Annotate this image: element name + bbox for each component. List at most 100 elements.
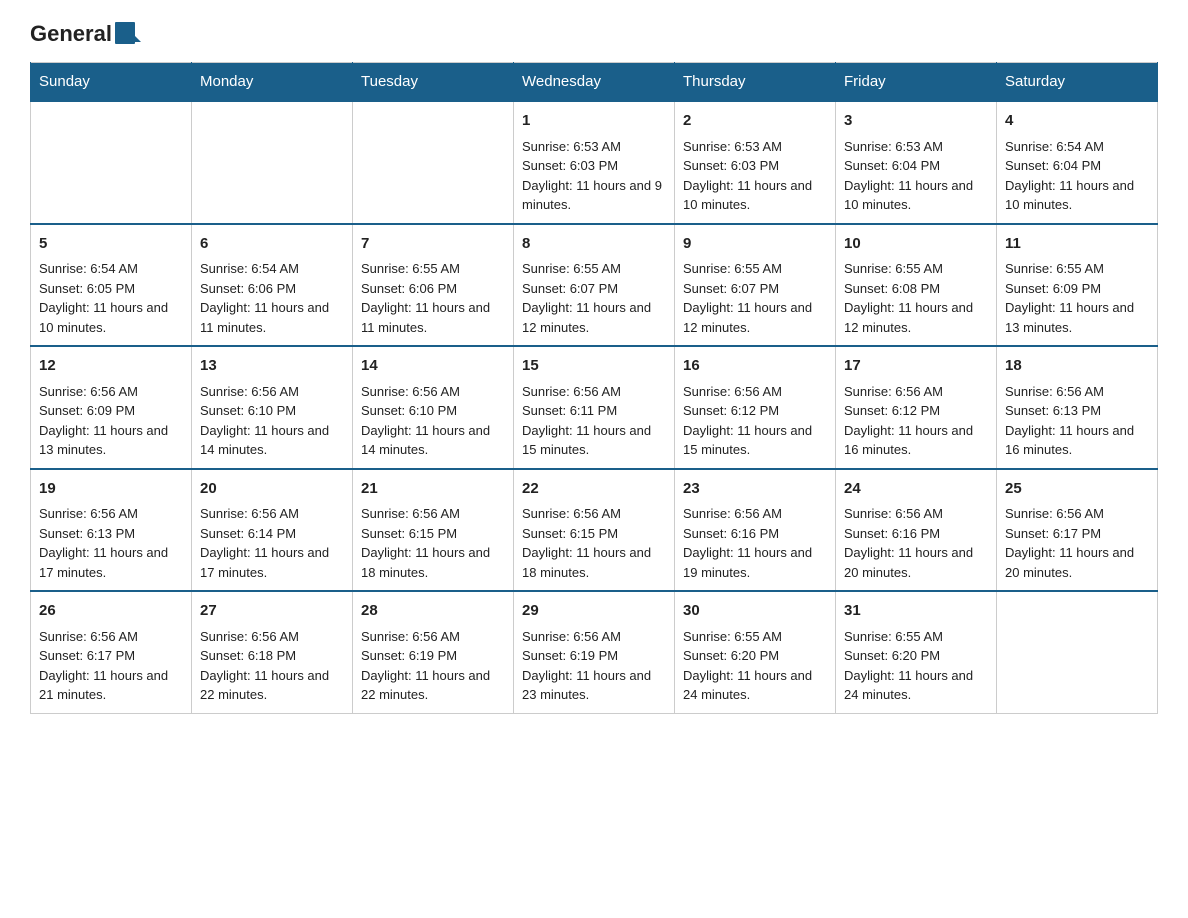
day-number: 31 [844,600,988,623]
calendar-day-cell: 25 Sunrise: 6:56 AMSunset: 6:17 PMDayligh… [997,469,1158,592]
day-number: 4 [1005,110,1149,133]
day-detail: Sunrise: 6:53 AMSunset: 6:04 PMDaylight:… [844,137,988,215]
day-number: 17 [844,355,988,378]
logo: General [30,20,142,46]
calendar-day-cell: 31 Sunrise: 6:55 AMSunset: 6:20 PMDayligh… [836,591,997,713]
day-number: 6 [200,233,344,256]
calendar-day-cell: 12 Sunrise: 6:56 AMSunset: 6:09 PMDayligh… [31,346,192,469]
day-number: 13 [200,355,344,378]
day-number: 3 [844,110,988,133]
calendar-day-cell: 23 Sunrise: 6:56 AMSunset: 6:16 PMDayligh… [675,469,836,592]
day-number: 21 [361,478,505,501]
day-number: 5 [39,233,183,256]
calendar-day-cell: 8Sunrise: 6:55 AMSunset: 6:07 PMDaylight… [514,224,675,347]
calendar-day-cell [353,101,514,224]
calendar-day-cell: 18 Sunrise: 6:56 AMSunset: 6:13 PMDayligh… [997,346,1158,469]
day-detail: Sunrise: 6:56 AMSunset: 6:16 PMDaylight:… [683,504,827,582]
day-detail: Sunrise: 6:56 AMSunset: 6:11 PMDaylight:… [522,382,666,460]
day-detail: Sunrise: 6:56 AMSunset: 6:12 PMDaylight:… [844,382,988,460]
calendar-day-cell: 20 Sunrise: 6:56 AMSunset: 6:14 PMDayligh… [192,469,353,592]
page-header: General [30,20,1158,46]
day-detail: Sunrise: 6:56 AMSunset: 6:13 PMDaylight:… [39,504,183,582]
day-detail: Sunrise: 6:56 AMSunset: 6:09 PMDaylight:… [39,382,183,460]
day-detail: Sunrise: 6:56 AMSunset: 6:18 PMDaylight:… [200,627,344,705]
calendar-week-row: 5 Sunrise: 6:54 AMSunset: 6:05 PMDaylight… [31,224,1158,347]
day-detail: Sunrise: 6:56 AMSunset: 6:14 PMDaylight:… [200,504,344,582]
calendar-day-cell [192,101,353,224]
day-detail: Sunrise: 6:56 AMSunset: 6:15 PMDaylight:… [361,504,505,582]
day-detail: Sunrise: 6:53 AMSunset: 6:03 PMDaylight:… [683,137,827,215]
day-number: 10 [844,233,988,256]
day-number: 1 [522,110,666,133]
calendar-week-row: 19 Sunrise: 6:56 AMSunset: 6:13 PMDayligh… [31,469,1158,592]
calendar-day-cell: 29 Sunrise: 6:56 AMSunset: 6:19 PMDayligh… [514,591,675,713]
calendar-table: SundayMondayTuesdayWednesdayThursdayFrid… [30,62,1158,714]
day-number: 30 [683,600,827,623]
calendar-day-cell: 15Sunrise: 6:56 AMSunset: 6:11 PMDayligh… [514,346,675,469]
day-detail: Sunrise: 6:56 AMSunset: 6:17 PMDaylight:… [1005,504,1149,582]
day-number: 18 [1005,355,1149,378]
day-detail: Sunrise: 6:55 AMSunset: 6:07 PMDaylight:… [683,259,827,337]
calendar-day-cell: 6 Sunrise: 6:54 AMSunset: 6:06 PMDaylight… [192,224,353,347]
day-number: 11 [1005,233,1149,256]
day-number: 12 [39,355,183,378]
day-number: 8 [522,233,666,256]
calendar-day-cell: 4 Sunrise: 6:54 AMSunset: 6:04 PMDaylight… [997,101,1158,224]
calendar-week-row: 26 Sunrise: 6:56 AMSunset: 6:17 PMDayligh… [31,591,1158,713]
calendar-day-cell: 24Sunrise: 6:56 AMSunset: 6:16 PMDayligh… [836,469,997,592]
weekday-header: Sunday [31,63,192,102]
calendar-week-row: 12 Sunrise: 6:56 AMSunset: 6:09 PMDayligh… [31,346,1158,469]
day-detail: Sunrise: 6:54 AMSunset: 6:05 PMDaylight:… [39,259,183,337]
weekday-header: Thursday [675,63,836,102]
day-detail: Sunrise: 6:53 AMSunset: 6:03 PMDaylight:… [522,137,666,215]
day-detail: Sunrise: 6:56 AMSunset: 6:17 PMDaylight:… [39,627,183,705]
day-number: 7 [361,233,505,256]
calendar-day-cell: 16 Sunrise: 6:56 AMSunset: 6:12 PMDayligh… [675,346,836,469]
day-detail: Sunrise: 6:54 AMSunset: 6:06 PMDaylight:… [200,259,344,337]
weekday-header: Monday [192,63,353,102]
day-detail: Sunrise: 6:55 AMSunset: 6:20 PMDaylight:… [844,627,988,705]
calendar-week-row: 1 Sunrise: 6:53 AMSunset: 6:03 PMDaylight… [31,101,1158,224]
day-number: 28 [361,600,505,623]
day-number: 26 [39,600,183,623]
weekday-header: Wednesday [514,63,675,102]
day-number: 20 [200,478,344,501]
calendar-day-cell: 26 Sunrise: 6:56 AMSunset: 6:17 PMDayligh… [31,591,192,713]
day-detail: Sunrise: 6:56 AMSunset: 6:12 PMDaylight:… [683,382,827,460]
day-detail: Sunrise: 6:56 AMSunset: 6:10 PMDaylight:… [361,382,505,460]
calendar-day-cell: 14Sunrise: 6:56 AMSunset: 6:10 PMDayligh… [353,346,514,469]
calendar-day-cell: 5 Sunrise: 6:54 AMSunset: 6:05 PMDaylight… [31,224,192,347]
calendar-day-cell: 19 Sunrise: 6:56 AMSunset: 6:13 PMDayligh… [31,469,192,592]
day-detail: Sunrise: 6:55 AMSunset: 6:20 PMDaylight:… [683,627,827,705]
calendar-day-cell: 13Sunrise: 6:56 AMSunset: 6:10 PMDayligh… [192,346,353,469]
calendar-day-cell: 17 Sunrise: 6:56 AMSunset: 6:12 PMDayligh… [836,346,997,469]
calendar-day-cell: 28Sunrise: 6:56 AMSunset: 6:19 PMDayligh… [353,591,514,713]
day-detail: Sunrise: 6:55 AMSunset: 6:06 PMDaylight:… [361,259,505,337]
day-detail: Sunrise: 6:56 AMSunset: 6:13 PMDaylight:… [1005,382,1149,460]
calendar-day-cell: 22 Sunrise: 6:56 AMSunset: 6:15 PMDayligh… [514,469,675,592]
calendar-day-cell: 21 Sunrise: 6:56 AMSunset: 6:15 PMDayligh… [353,469,514,592]
logo-icon [113,20,141,48]
day-detail: Sunrise: 6:56 AMSunset: 6:19 PMDaylight:… [522,627,666,705]
day-detail: Sunrise: 6:54 AMSunset: 6:04 PMDaylight:… [1005,137,1149,215]
day-number: 24 [844,478,988,501]
day-number: 29 [522,600,666,623]
calendar-day-cell: 10Sunrise: 6:55 AMSunset: 6:08 PMDayligh… [836,224,997,347]
day-number: 25 [1005,478,1149,501]
calendar-day-cell: 2Sunrise: 6:53 AMSunset: 6:03 PMDaylight… [675,101,836,224]
day-detail: Sunrise: 6:56 AMSunset: 6:15 PMDaylight:… [522,504,666,582]
day-number: 23 [683,478,827,501]
calendar-day-cell: 9Sunrise: 6:55 AMSunset: 6:07 PMDaylight… [675,224,836,347]
calendar-day-cell: 7 Sunrise: 6:55 AMSunset: 6:06 PMDaylight… [353,224,514,347]
day-number: 19 [39,478,183,501]
calendar-day-cell: 1 Sunrise: 6:53 AMSunset: 6:03 PMDaylight… [514,101,675,224]
calendar-header-row: SundayMondayTuesdayWednesdayThursdayFrid… [31,63,1158,102]
weekday-header: Friday [836,63,997,102]
calendar-day-cell: 3 Sunrise: 6:53 AMSunset: 6:04 PMDaylight… [836,101,997,224]
day-number: 22 [522,478,666,501]
day-number: 16 [683,355,827,378]
calendar-day-cell: 30 Sunrise: 6:55 AMSunset: 6:20 PMDayligh… [675,591,836,713]
day-number: 27 [200,600,344,623]
weekday-header: Saturday [997,63,1158,102]
logo-general-text: General [30,21,112,47]
